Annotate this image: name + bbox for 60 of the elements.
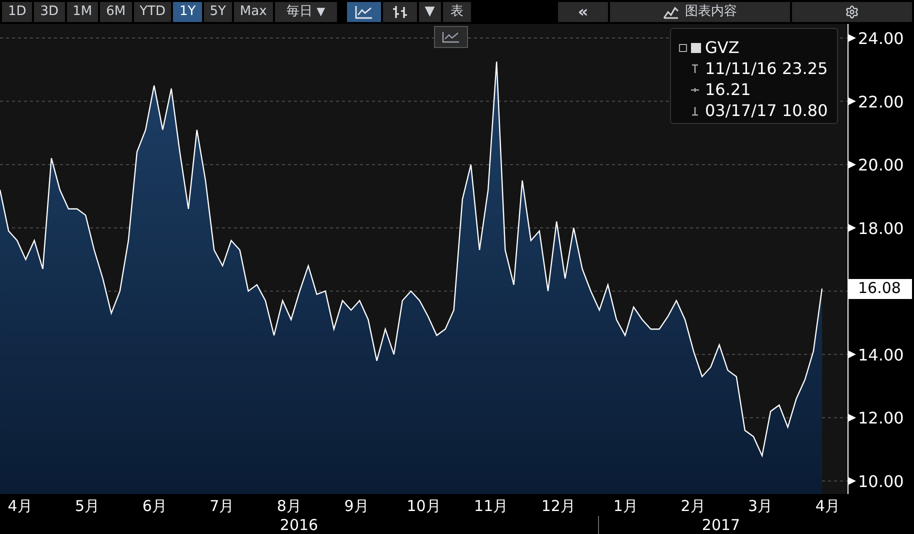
y-tick-label: 24.00 xyxy=(858,29,904,48)
line-chart-icon xyxy=(354,5,373,19)
y-tick-label: 20.00 xyxy=(848,156,904,175)
y-tick-label: 22.00 xyxy=(848,92,904,112)
line-style-button[interactable] xyxy=(434,26,468,48)
month-label: 9月 xyxy=(344,496,369,517)
range-tab[interactable]: YTD xyxy=(134,2,172,22)
y-tick-label: 22.00 xyxy=(858,92,904,112)
y-tick-label: 14.00 xyxy=(848,345,904,364)
month-label: 4月 xyxy=(815,496,840,517)
y-tick-label: 10.00 xyxy=(858,472,904,491)
y-tick-label: 24.00 xyxy=(848,29,904,48)
month-label: 6月 xyxy=(142,496,167,517)
legend-high: 11/11/16 23.25 xyxy=(705,58,828,79)
legend-last: 16.21 xyxy=(705,79,751,100)
month-label: 5月 xyxy=(75,496,100,517)
chart-content-button[interactable]: 图表内容 xyxy=(610,2,790,22)
year-label: 2017 xyxy=(702,515,740,534)
y-tick-label: 12.00 xyxy=(858,408,904,428)
ohlc-bars-icon xyxy=(392,5,408,19)
y-tick-label: 10.00 xyxy=(848,472,904,491)
frequency-dropdown[interactable]: 毎日 ▼ xyxy=(274,2,337,22)
range-tab[interactable]: Max xyxy=(234,2,273,22)
month-label: 12月 xyxy=(541,496,576,517)
month-label: 1月 xyxy=(613,496,638,517)
range-tab[interactable]: 1M xyxy=(66,2,98,22)
last-price-tag: 16.08 xyxy=(848,278,912,299)
chart-icon xyxy=(663,5,679,19)
range-tab[interactable]: 3D xyxy=(34,2,65,22)
legend-title: GVZ xyxy=(705,37,740,58)
settings-button[interactable] xyxy=(792,2,912,22)
month-label: 2月 xyxy=(680,496,706,517)
chart-type-dropdown[interactable]: ▼ xyxy=(418,2,441,22)
line-chart-icon xyxy=(442,31,460,43)
month-label: 4月 xyxy=(8,496,32,517)
range-tab[interactable]: 5Y xyxy=(204,2,232,22)
month-label: 3月 xyxy=(748,496,773,517)
range-tab[interactable]: 1D xyxy=(2,2,32,22)
year-label: 2016 xyxy=(280,515,318,534)
y-tick-label: 18.00 xyxy=(848,218,904,238)
y-tick-label: 20.00 xyxy=(858,156,904,175)
high-marker-icon xyxy=(691,64,699,74)
low-marker-icon xyxy=(691,106,699,116)
legend-low: 03/17/17 10.80 xyxy=(705,100,828,121)
month-label: 8月 xyxy=(276,496,302,517)
chart-type-button[interactable] xyxy=(346,2,381,22)
collapse-button[interactable]: « xyxy=(558,2,608,22)
series-swatch-icon xyxy=(691,42,701,52)
range-tab[interactable]: 6M xyxy=(100,2,132,22)
month-label: 10月 xyxy=(406,496,441,517)
y-tick-label: 14.00 xyxy=(858,345,904,364)
month-label: 7月 xyxy=(210,496,234,517)
table-button[interactable]: 表 xyxy=(442,2,471,22)
y-tick-label: 12.00 xyxy=(848,408,904,428)
settings-icon xyxy=(845,5,859,19)
month-label: 11月 xyxy=(474,496,508,517)
y-tick-label: 18.00 xyxy=(858,218,904,238)
chart-type-button[interactable] xyxy=(382,2,417,22)
range-tab[interactable]: 1Y xyxy=(173,2,202,22)
collapse-icon[interactable] xyxy=(679,44,687,52)
